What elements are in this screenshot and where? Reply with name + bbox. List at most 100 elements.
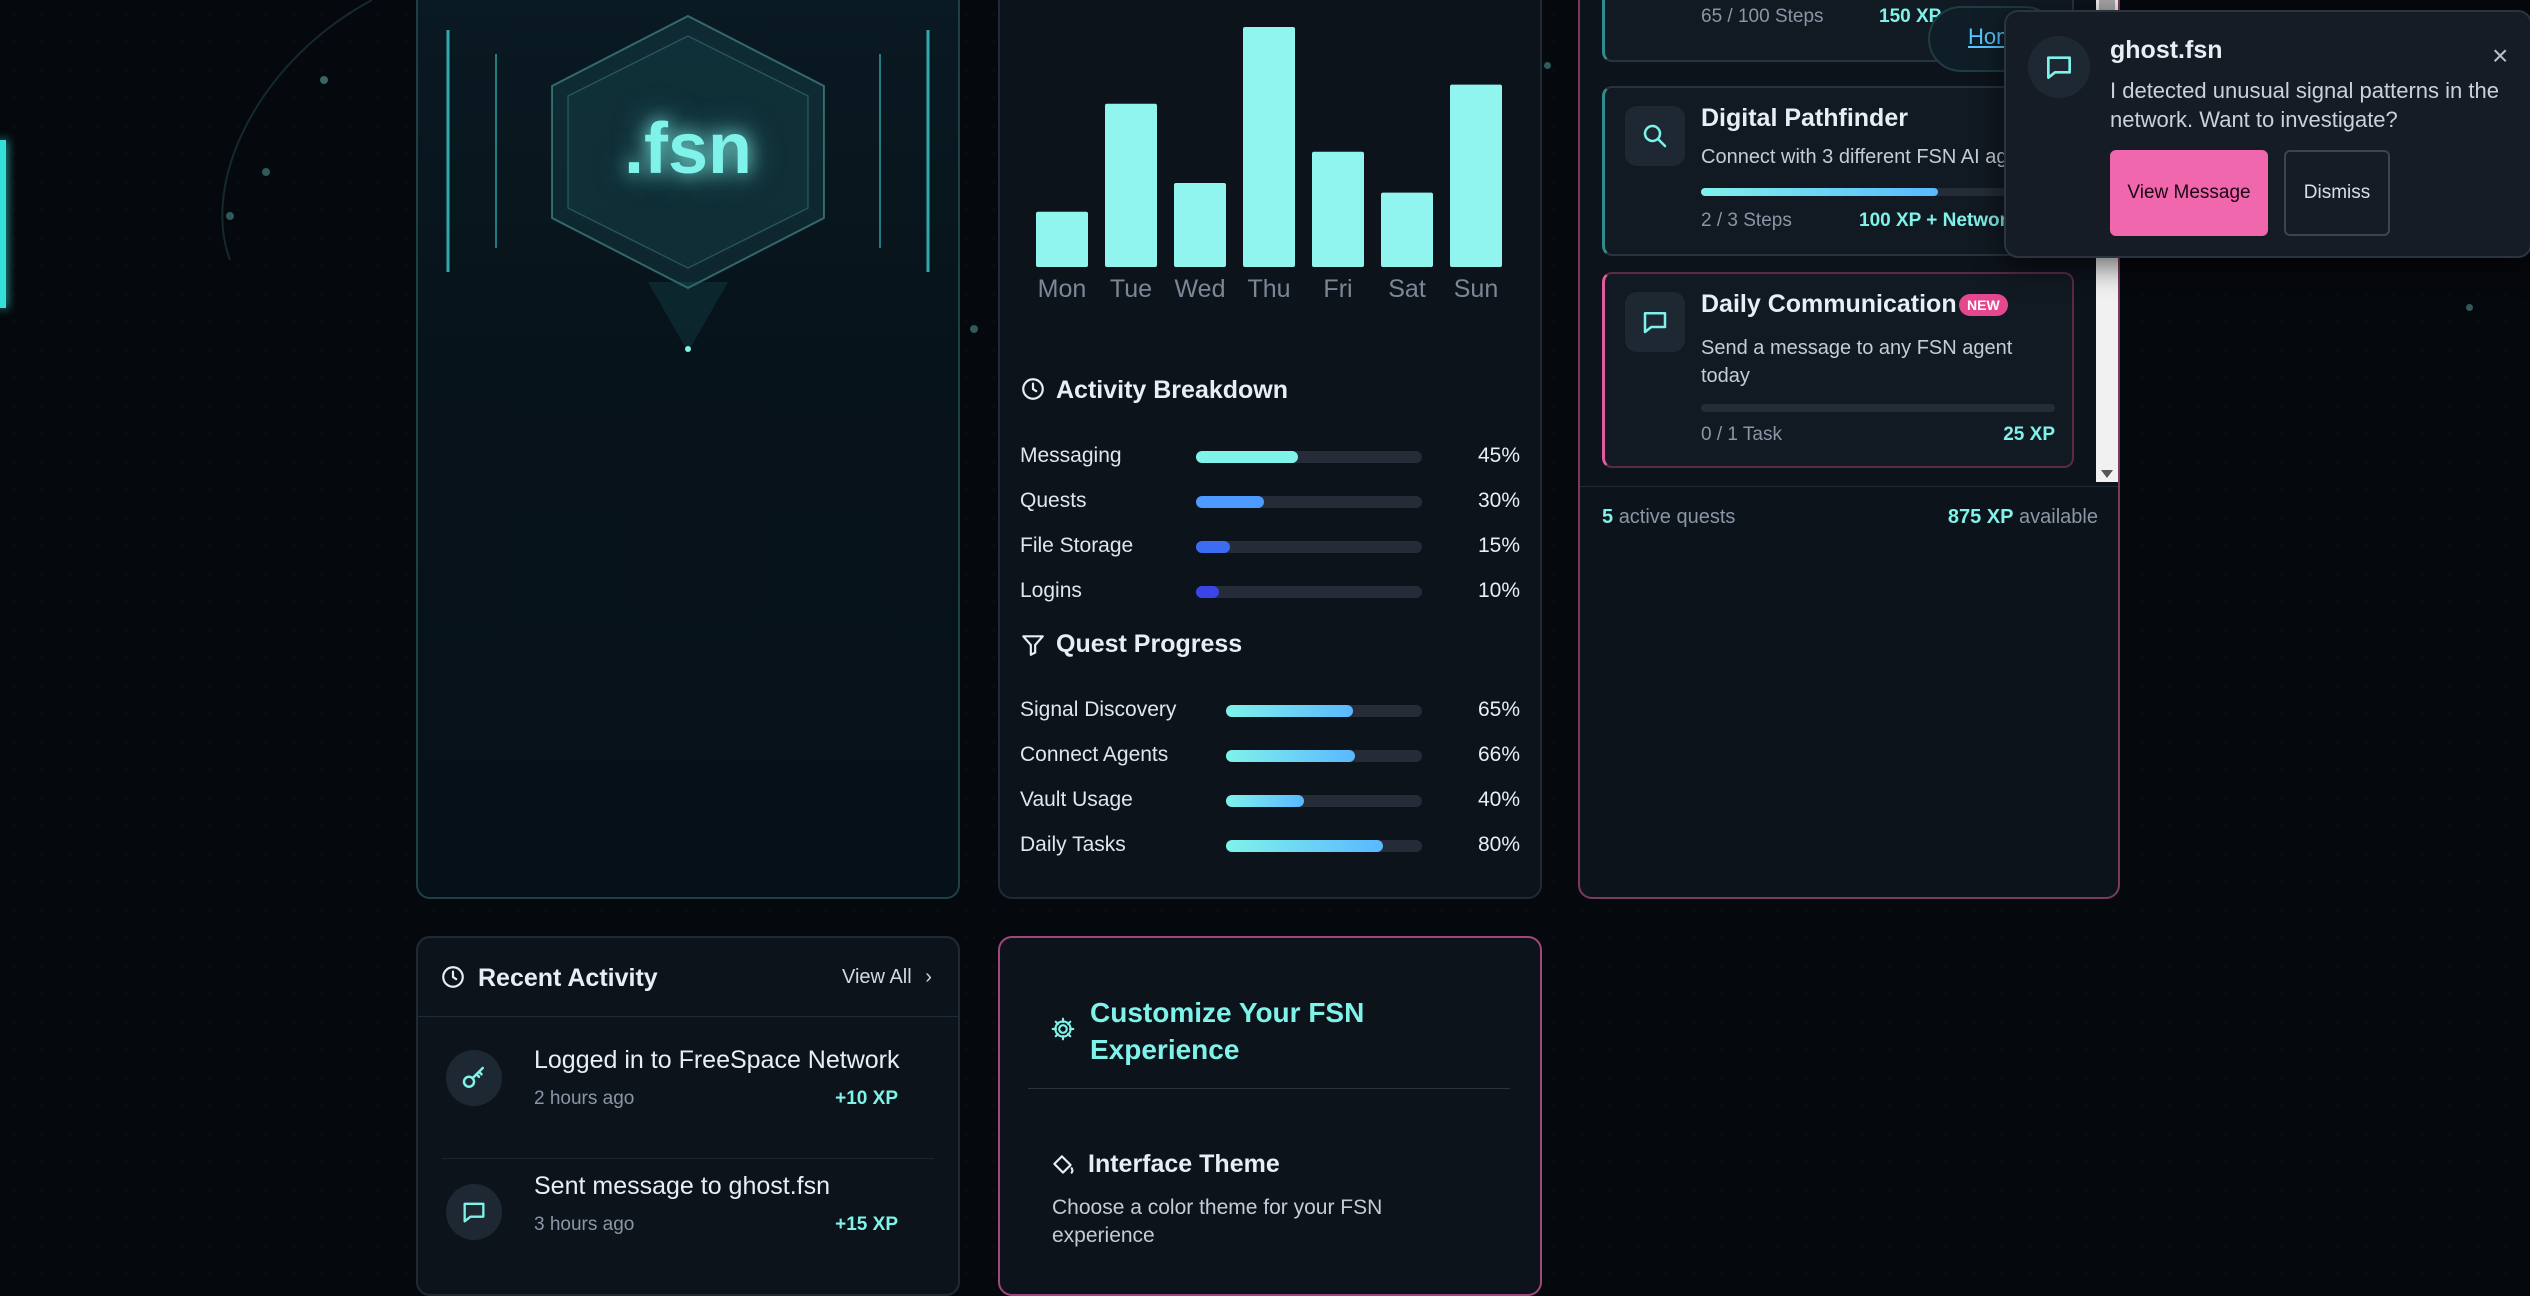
progress-fill — [1226, 795, 1305, 807]
progress-fill — [1226, 750, 1356, 762]
chart-tick-label: Thu — [1247, 275, 1290, 303]
clock-icon — [442, 966, 464, 988]
quest-description: Connect with 3 different FSN AI ag — [1701, 146, 2008, 168]
chart-bar — [1105, 103, 1157, 267]
weekly-activity-chart: Mon Tue Wed Thu Fri Sat Sun — [1036, 27, 1502, 303]
progress-track — [1226, 795, 1422, 807]
chart-bar — [1312, 151, 1364, 267]
customize-card: Customize Your FSN Experience Interface … — [998, 936, 1542, 1296]
progress-row-label: Logins — [1020, 579, 1082, 602]
progress-row-label: Connect Agents — [1020, 743, 1169, 766]
available-xp-value: 875 XP — [1947, 506, 2014, 528]
chart-bar — [1450, 84, 1502, 267]
chart-tick-label: Sun — [1454, 275, 1498, 303]
chart-bar — [1174, 183, 1226, 267]
chart-tick-label: Sat — [1388, 275, 1426, 303]
close-icon[interactable]: × — [2492, 40, 2508, 72]
quest-item-daily-communication[interactable]: Daily Communication NEW Send a message t… — [1602, 272, 2074, 468]
progress-percent: 30% — [1477, 489, 1520, 512]
progress-percent: 66% — [1477, 743, 1520, 766]
quest-description: Send a message to any FSN agent today — [1701, 337, 2013, 387]
interface-theme-description: Choose a color theme for your FSN experi… — [1052, 1196, 1383, 1247]
scroll-down-arrow-icon[interactable] — [2101, 470, 2113, 478]
activity-xp: +15 XP — [835, 1214, 898, 1235]
message-icon — [1625, 292, 1685, 352]
progress-track — [1196, 451, 1422, 463]
progress-track — [1196, 586, 1422, 598]
progress-row-label: Signal Discovery — [1020, 698, 1177, 721]
available-xp-summary: 875 XP available — [1948, 506, 2098, 529]
search-icon — [1625, 106, 1685, 166]
progress-percent: 80% — [1477, 833, 1520, 856]
network-decoration — [221, 0, 373, 260]
quest-progress-track — [1701, 188, 2055, 196]
chart-bar — [1243, 27, 1295, 267]
progress-percent: 45% — [1477, 444, 1520, 467]
network-dot — [1544, 62, 1551, 69]
activity-item[interactable]: Logged in to FreeSpace Network 2 hours a… — [418, 1018, 958, 1142]
progress-track — [1196, 496, 1422, 508]
divider — [442, 1158, 934, 1159]
view-message-button[interactable]: View Message — [2110, 150, 2268, 236]
progress-percent: 40% — [1477, 788, 1520, 811]
chart-bar — [1381, 192, 1433, 267]
quest-title: Digital Pathfinder — [1701, 104, 1908, 132]
notification-message: I detected unusual signal patterns in th… — [2110, 78, 2499, 132]
activity-xp: +10 XP — [835, 1088, 898, 1109]
quest-steps: 65 / 100 Steps — [1701, 6, 1824, 27]
new-badge: NEW — [1959, 294, 2008, 316]
activity-time: 2 hours ago — [534, 1088, 635, 1109]
chart-tick-label: Mon — [1038, 275, 1087, 303]
activity-time: 3 hours ago — [534, 1214, 635, 1235]
clock-icon — [1022, 378, 1044, 400]
chevron-right-icon: › — [925, 966, 932, 988]
progress-track — [1226, 840, 1422, 852]
progress-track — [1226, 705, 1422, 717]
chart-tick-label: Wed — [1175, 275, 1226, 303]
logo-text: .fsn — [623, 109, 752, 189]
divider — [418, 1016, 958, 1017]
customize-title: Customize Your FSN Experience — [1090, 997, 1365, 1065]
network-dot — [2466, 304, 2473, 311]
progress-track — [1196, 541, 1422, 553]
notification-sender: ghost.fsn — [2110, 36, 2223, 64]
progress-fill — [1226, 840, 1383, 852]
active-quest-count: 5 — [1602, 506, 1614, 528]
progress-percent: 15% — [1477, 534, 1520, 557]
interface-theme-title: Interface Theme — [1088, 1150, 1280, 1178]
active-quests-summary: 5 active quests — [1602, 506, 1735, 529]
progress-fill — [1196, 451, 1298, 463]
progress-fill — [1196, 586, 1219, 598]
key-icon — [446, 1050, 502, 1106]
view-all-link[interactable]: View All › — [842, 966, 932, 989]
chat-icon — [2028, 36, 2090, 98]
quest-steps: 2 / 3 Steps — [1701, 210, 1792, 231]
progress-percent: 10% — [1477, 579, 1520, 602]
progress-fill — [1226, 705, 1354, 717]
active-quest-label: active quests — [1618, 506, 1736, 528]
identity-hero-card: .fsn — [416, 0, 960, 899]
paint-bucket-icon — [1053, 1155, 1074, 1174]
progress-row-label: Messaging — [1020, 444, 1122, 467]
message-icon — [446, 1184, 502, 1240]
chart-tick-label: Fri — [1323, 275, 1352, 303]
recent-activity-card: Recent Activity View All › Logged in to … — [416, 936, 960, 1296]
progress-fill — [1196, 496, 1264, 508]
hexagon-emblem — [446, 14, 930, 352]
divider — [1580, 486, 2118, 487]
progress-row-label: Vault Usage — [1020, 788, 1133, 811]
progress-track — [1226, 750, 1422, 762]
activity-breakdown-title: Activity Breakdown — [1056, 376, 1289, 404]
chart-tick-label: Tue — [1110, 275, 1152, 303]
available-xp-label: available — [2019, 506, 2098, 528]
dismiss-button[interactable]: Dismiss — [2284, 150, 2390, 236]
quest-reward: 25 XP — [2003, 424, 2055, 445]
activity-stats-card: Mon Tue Wed Thu Fri Sat Sun Activity Breakdown… — [998, 0, 1542, 899]
activity-item[interactable]: Sent message to ghost.fsn 3 hours ago +1… — [418, 1160, 958, 1284]
progress-row-label: Quests — [1020, 489, 1087, 512]
quest-progress-fill — [1701, 188, 1939, 196]
recent-activity-title: Recent Activity — [478, 964, 658, 992]
filter-icon — [1022, 635, 1044, 656]
gear-icon — [1051, 1017, 1075, 1041]
view-all-label: View All — [842, 966, 912, 988]
